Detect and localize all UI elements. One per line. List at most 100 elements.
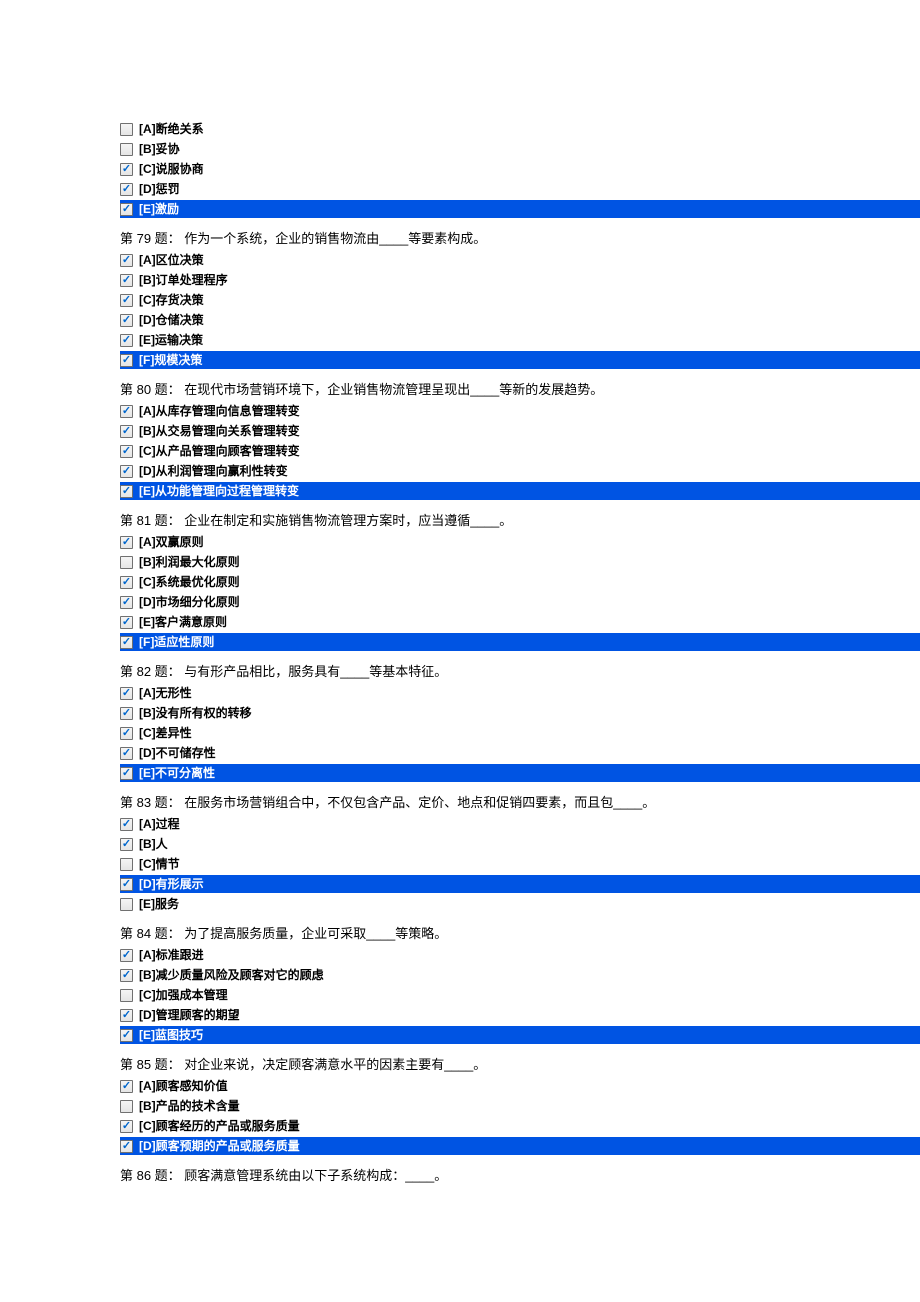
checkbox[interactable] bbox=[120, 707, 133, 720]
option-row[interactable]: [F]适应性原则 bbox=[120, 633, 920, 651]
option-row[interactable]: [D]从利润管理向赢利性转变 bbox=[120, 462, 920, 480]
option-row[interactable]: [E]激励 bbox=[120, 200, 920, 218]
checkbox[interactable] bbox=[120, 203, 133, 216]
checkbox[interactable] bbox=[120, 858, 133, 871]
option-row[interactable]: [D]顾客预期的产品或服务质量 bbox=[120, 1137, 920, 1155]
option-label: [C]从产品管理向顾客管理转变 bbox=[139, 444, 300, 458]
checkbox[interactable] bbox=[120, 747, 133, 760]
option-row[interactable]: [B]订单处理程序 bbox=[120, 271, 920, 289]
checkbox[interactable] bbox=[120, 163, 133, 176]
checkbox[interactable] bbox=[120, 616, 133, 629]
checkbox[interactable] bbox=[120, 818, 133, 831]
option-label: [A]无形性 bbox=[139, 686, 192, 700]
option-row[interactable]: [C]顾客经历的产品或服务质量 bbox=[120, 1117, 920, 1135]
option-label: [D]有形展示 bbox=[139, 877, 204, 891]
question-block-q86: 第 86 题： 顾客满意管理系统由以下子系统构成：____。 bbox=[120, 1165, 920, 1184]
checkbox[interactable] bbox=[120, 254, 133, 267]
checkbox[interactable] bbox=[120, 314, 133, 327]
option-label: [D]从利润管理向赢利性转变 bbox=[139, 464, 288, 478]
checkbox[interactable] bbox=[120, 1080, 133, 1093]
checkbox[interactable] bbox=[120, 1009, 133, 1022]
checkbox[interactable] bbox=[120, 687, 133, 700]
option-label: [A]双赢原则 bbox=[139, 535, 204, 549]
option-row[interactable]: [F]规模决策 bbox=[120, 351, 920, 369]
checkbox[interactable] bbox=[120, 485, 133, 498]
option-row[interactable]: [E]服务 bbox=[120, 895, 920, 913]
option-row[interactable]: [B]产品的技术含量 bbox=[120, 1097, 920, 1115]
checkbox[interactable] bbox=[120, 123, 133, 136]
option-label: [B]订单处理程序 bbox=[139, 273, 228, 287]
checkbox[interactable] bbox=[120, 1140, 133, 1153]
checkbox[interactable] bbox=[120, 354, 133, 367]
checkbox[interactable] bbox=[120, 767, 133, 780]
option-row[interactable]: [E]运输决策 bbox=[120, 331, 920, 349]
option-label: [E]客户满意原则 bbox=[139, 615, 227, 629]
checkbox[interactable] bbox=[120, 334, 133, 347]
option-row[interactable]: [B]人 bbox=[120, 835, 920, 853]
checkbox[interactable] bbox=[120, 838, 133, 851]
option-row[interactable]: [D]管理顾客的期望 bbox=[120, 1006, 920, 1024]
question-text: 第 82 题： 与有形产品相比，服务具有____等基本特征。 bbox=[120, 661, 920, 680]
option-row[interactable]: [A]无形性 bbox=[120, 684, 920, 702]
option-row[interactable]: [C]情节 bbox=[120, 855, 920, 873]
option-label: [F]适应性原则 bbox=[139, 635, 214, 649]
option-row[interactable]: [D]仓储决策 bbox=[120, 311, 920, 329]
checkbox[interactable] bbox=[120, 1029, 133, 1042]
checkbox[interactable] bbox=[120, 445, 133, 458]
option-row[interactable]: [B]从交易管理向关系管理转变 bbox=[120, 422, 920, 440]
question-text: 第 84 题： 为了提高服务质量，企业可采取____等策略。 bbox=[120, 923, 920, 942]
checkbox[interactable] bbox=[120, 1120, 133, 1133]
option-row[interactable]: [E]不可分离性 bbox=[120, 764, 920, 782]
option-label: [A]标准跟进 bbox=[139, 948, 204, 962]
option-row[interactable]: [A]区位决策 bbox=[120, 251, 920, 269]
option-row[interactable]: [E]蓝图技巧 bbox=[120, 1026, 920, 1044]
option-label: [A]区位决策 bbox=[139, 253, 204, 267]
checkbox[interactable] bbox=[120, 405, 133, 418]
option-row[interactable]: [A]过程 bbox=[120, 815, 920, 833]
checkbox[interactable] bbox=[120, 878, 133, 891]
checkbox[interactable] bbox=[120, 989, 133, 1002]
checkbox[interactable] bbox=[120, 294, 133, 307]
option-row[interactable]: [C]说服协商 bbox=[120, 160, 920, 178]
option-row[interactable]: [A]顾客感知价值 bbox=[120, 1077, 920, 1095]
option-label: [A]过程 bbox=[139, 817, 180, 831]
option-row[interactable]: [A]标准跟进 bbox=[120, 946, 920, 964]
option-row[interactable]: [E]客户满意原则 bbox=[120, 613, 920, 631]
checkbox[interactable] bbox=[120, 556, 133, 569]
option-label: [D]市场细分化原则 bbox=[139, 595, 240, 609]
option-row[interactable]: [D]有形展示 bbox=[120, 875, 920, 893]
option-row[interactable]: [D]市场细分化原则 bbox=[120, 593, 920, 611]
option-label: [B]没有所有权的转移 bbox=[139, 706, 252, 720]
checkbox[interactable] bbox=[120, 596, 133, 609]
option-row[interactable]: [C]系统最优化原则 bbox=[120, 573, 920, 591]
checkbox[interactable] bbox=[120, 536, 133, 549]
option-row[interactable]: [D]不可储存性 bbox=[120, 744, 920, 762]
checkbox[interactable] bbox=[120, 1100, 133, 1113]
option-row[interactable]: [C]从产品管理向顾客管理转变 bbox=[120, 442, 920, 460]
checkbox[interactable] bbox=[120, 143, 133, 156]
option-row[interactable]: [E]从功能管理向过程管理转变 bbox=[120, 482, 920, 500]
option-row[interactable]: [D]惩罚 bbox=[120, 180, 920, 198]
checkbox[interactable] bbox=[120, 465, 133, 478]
option-row[interactable]: [A]双赢原则 bbox=[120, 533, 920, 551]
option-row[interactable]: [B]没有所有权的转移 bbox=[120, 704, 920, 722]
option-row[interactable]: [B]利润最大化原则 bbox=[120, 553, 920, 571]
option-row[interactable]: [A]断绝关系 bbox=[120, 120, 920, 138]
checkbox[interactable] bbox=[120, 727, 133, 740]
option-label: [A]顾客感知价值 bbox=[139, 1079, 228, 1093]
checkbox[interactable] bbox=[120, 898, 133, 911]
checkbox[interactable] bbox=[120, 183, 133, 196]
option-row[interactable]: [C]存货决策 bbox=[120, 291, 920, 309]
checkbox[interactable] bbox=[120, 636, 133, 649]
checkbox[interactable] bbox=[120, 969, 133, 982]
option-row[interactable]: [B]减少质量风险及顾客对它的顾虑 bbox=[120, 966, 920, 984]
question-block-q79: 第 79 题： 作为一个系统，企业的销售物流由____等要素构成。[A]区位决策… bbox=[120, 228, 920, 369]
option-row[interactable]: [B]妥协 bbox=[120, 140, 920, 158]
checkbox[interactable] bbox=[120, 425, 133, 438]
checkbox[interactable] bbox=[120, 576, 133, 589]
option-row[interactable]: [A]从库存管理向信息管理转变 bbox=[120, 402, 920, 420]
option-row[interactable]: [C]加强成本管理 bbox=[120, 986, 920, 1004]
checkbox[interactable] bbox=[120, 274, 133, 287]
checkbox[interactable] bbox=[120, 949, 133, 962]
option-row[interactable]: [C]差异性 bbox=[120, 724, 920, 742]
